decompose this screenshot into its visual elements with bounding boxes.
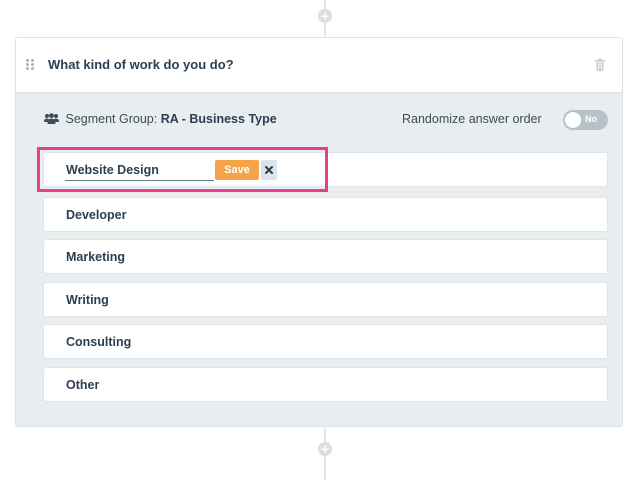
answer-label: Marketing [66, 250, 126, 264]
answer-row[interactable]: Writing [43, 282, 608, 317]
toggle-state-text: No [585, 114, 597, 124]
toggle-knob [565, 112, 581, 128]
add-question-above-icon[interactable]: + [318, 9, 332, 23]
answer-label: Writing [66, 293, 109, 307]
save-button[interactable]: Save [215, 160, 259, 180]
answer-label: Developer [66, 208, 127, 222]
answer-row[interactable]: Developer [43, 197, 608, 232]
segment-group-row: Segment Group: RA - Business Type [44, 112, 277, 126]
answer-row[interactable]: Marketing [43, 239, 608, 274]
answer-label: Other [66, 378, 100, 392]
answer-edit-input[interactable] [65, 160, 214, 181]
segment-group-label: Segment Group: [65, 112, 158, 126]
drag-handle-icon[interactable] [26, 59, 34, 70]
answer-row[interactable]: Other [43, 367, 608, 402]
answer-row[interactable]: Consulting [43, 324, 608, 359]
question-title[interactable]: What kind of work do you do? [48, 57, 234, 72]
trash-icon[interactable] [594, 58, 606, 72]
randomize-toggle[interactable]: No [563, 110, 608, 130]
segment-group-value[interactable]: RA - Business Type [161, 112, 277, 126]
add-question-below-icon[interactable]: + [318, 442, 332, 456]
question-header: What kind of work do you do? [16, 38, 622, 93]
question-card: What kind of work do you do? Segment Gro… [15, 37, 623, 427]
randomize-label: Randomize answer order [402, 112, 542, 126]
answer-label: Consulting [66, 335, 132, 349]
close-icon[interactable] [261, 160, 277, 180]
users-icon [44, 113, 59, 124]
survey-question-editor: + What kind of work do you do? Segment G… [0, 0, 640, 480]
